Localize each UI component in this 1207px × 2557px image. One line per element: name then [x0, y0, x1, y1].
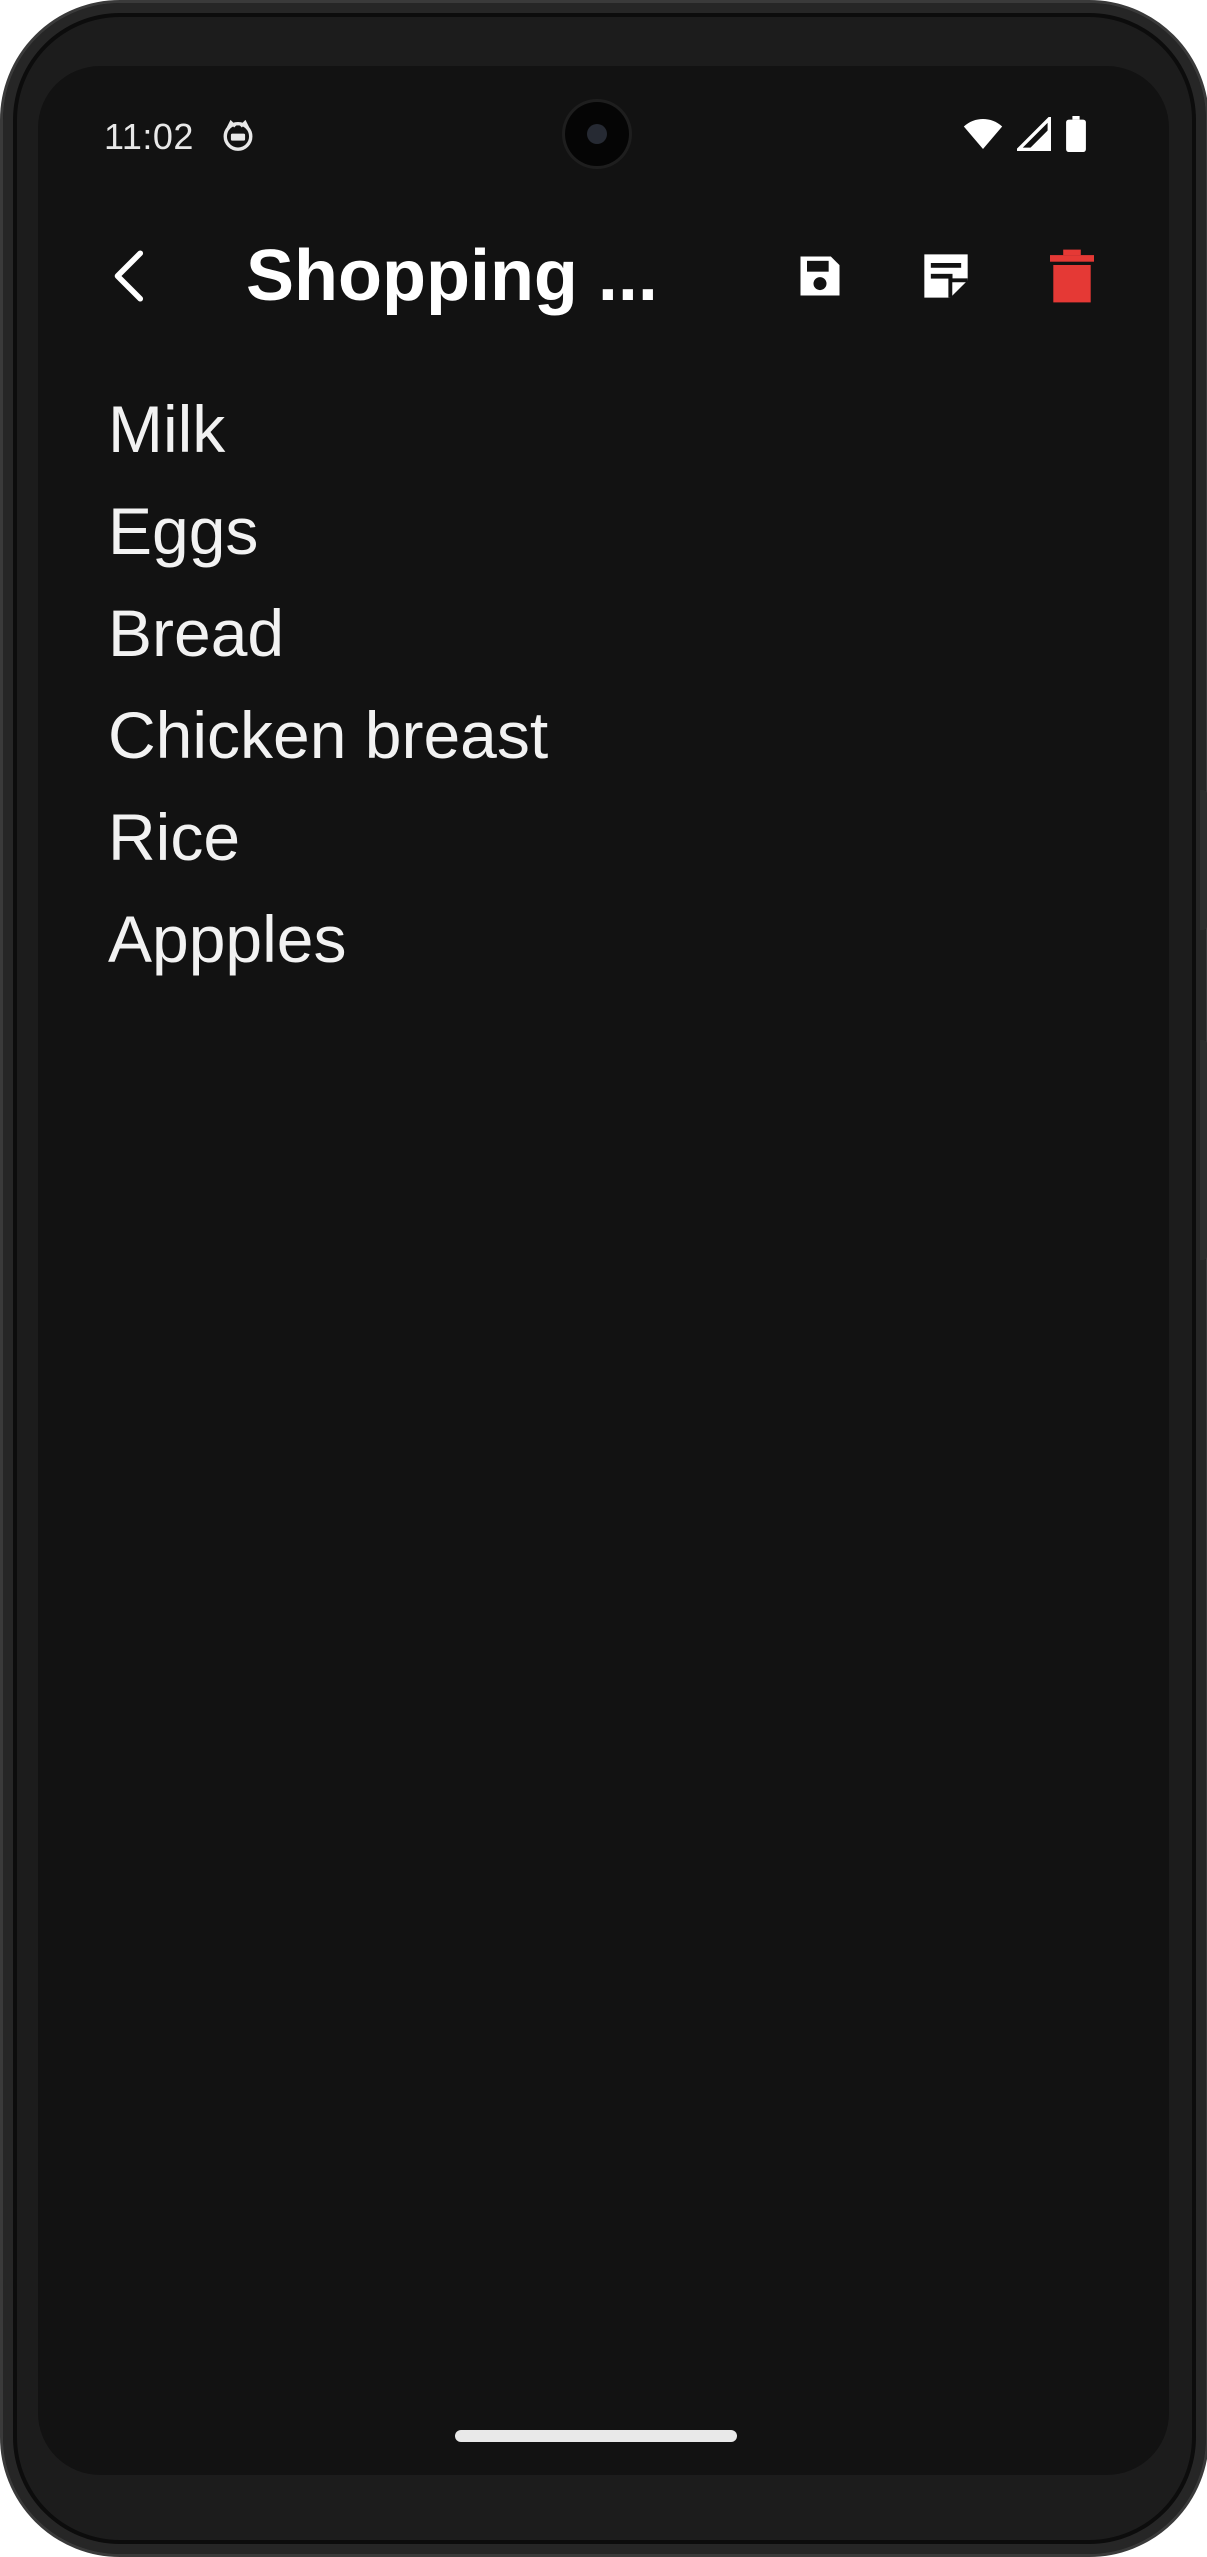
trash-icon [1050, 249, 1094, 303]
cat-face-icon [223, 119, 253, 151]
status-icons [963, 116, 1087, 152]
wifi-icon [963, 119, 1003, 149]
note-line[interactable]: Chicken breast [108, 684, 1088, 786]
status-bar: 11:02 [38, 66, 1169, 206]
note-line[interactable]: Milk [108, 378, 1088, 480]
back-button[interactable] [88, 236, 168, 316]
app-bar: Shopping ... [38, 206, 1169, 346]
screen: 11:02 Shopping ... Milk Eggs Bread Chick… [38, 66, 1169, 2475]
delete-button[interactable] [1032, 236, 1112, 316]
note-icon [924, 254, 968, 298]
battery-icon [1066, 116, 1086, 152]
status-time: 11:02 [104, 116, 194, 157]
note-content[interactable]: Milk Eggs Bread Chicken breast Rice Appp… [108, 378, 1088, 990]
note-line[interactable]: Eggs [108, 480, 1088, 582]
volume-button [1200, 1040, 1207, 1260]
chevron-left-icon [114, 250, 144, 302]
floppy-disk-icon [800, 256, 840, 296]
page-title: Shopping ... [246, 236, 658, 316]
note-line[interactable]: Rice [108, 786, 1088, 888]
front-camera [565, 102, 629, 166]
notes-button[interactable] [906, 236, 986, 316]
home-indicator[interactable] [455, 2430, 737, 2442]
cellular-signal-icon [1017, 117, 1051, 151]
save-button[interactable] [780, 236, 860, 316]
power-button [1200, 790, 1207, 930]
note-line[interactable]: Appples [108, 888, 1088, 990]
note-line[interactable]: Bread [108, 582, 1088, 684]
